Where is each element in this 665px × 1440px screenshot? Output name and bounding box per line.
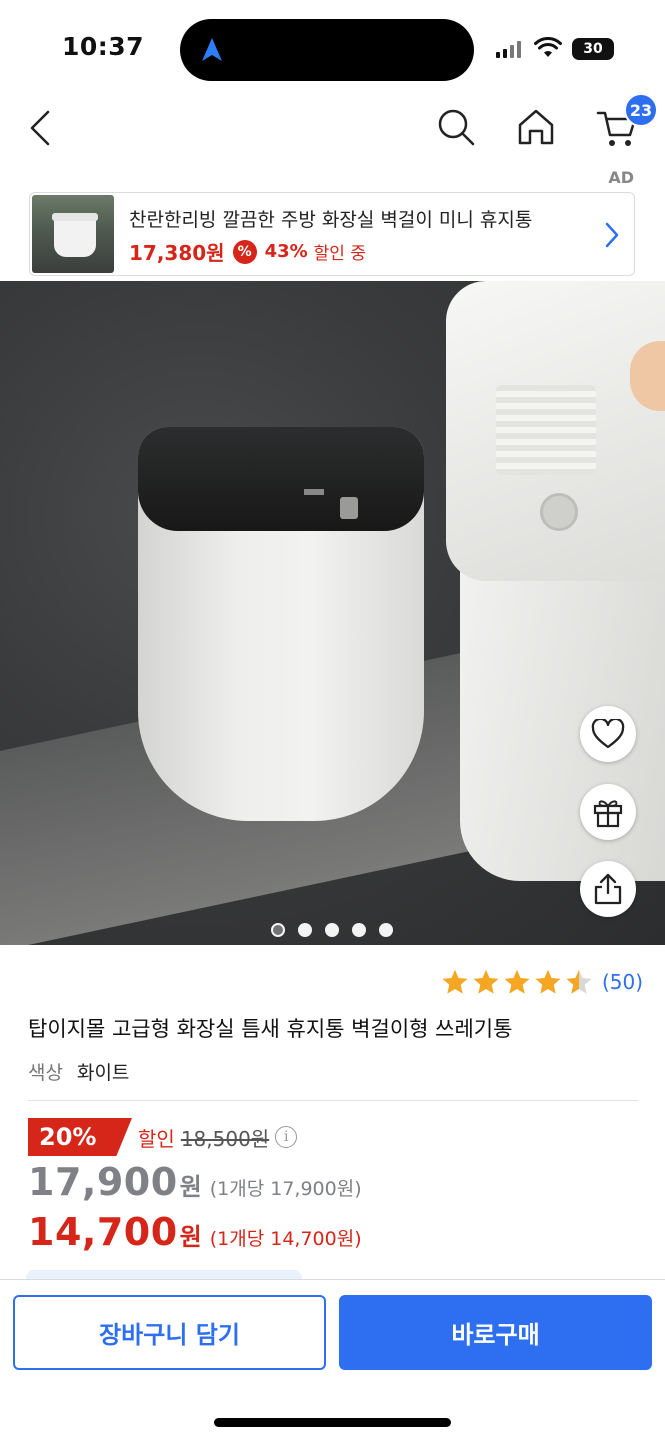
wishlist-button[interactable] [580, 706, 636, 762]
ad-title: 찬란한리빙 깔끔한 주방 화장실 벽걸이 미니 휴지통 [129, 209, 533, 231]
nav-bar [0, 90, 665, 166]
star-icon [535, 969, 561, 994]
bottom-action-bar: 장바구니 담기 바로구매 [0, 1279, 665, 1440]
ad-banner[interactable]: 찬란한리빙 깔끔한 주방 화장실 벽걸이 미니 휴지통 17,380원 % 43… [29, 192, 635, 276]
option-row: 색상 화이트 [28, 1058, 129, 1085]
pagination-dot[interactable] [352, 923, 366, 937]
search-icon[interactable] [436, 107, 476, 147]
sale-price-row: 14,700 원 (1개당 14,700원) [28, 1210, 362, 1254]
buy-now-button[interactable]: 바로구매 [339, 1295, 652, 1370]
star-icon [504, 969, 530, 994]
dynamic-island [180, 19, 474, 81]
star-icon [473, 969, 499, 994]
gift-icon [593, 800, 623, 828]
price-row: 17,900 원 (1개당 17,900원) [28, 1160, 362, 1204]
price: 17,900 [28, 1160, 178, 1204]
option-label: 색상 [28, 1062, 63, 1084]
heart-icon [591, 719, 625, 749]
share-button[interactable] [580, 861, 636, 917]
status-bar: 10:37 30 [0, 0, 665, 90]
pagination-dot[interactable] [271, 923, 285, 937]
review-count[interactable]: (50) [602, 970, 643, 994]
sale-price: 14,700 [28, 1210, 178, 1254]
ad-price: 17,380원 [129, 241, 225, 265]
sale-unit-price: (1개당 14,700원) [209, 1228, 362, 1250]
cellular-signal-icon [496, 40, 521, 58]
gift-button[interactable] [580, 784, 636, 840]
product-image-gallery[interactable] [0, 281, 665, 945]
battery-level: 30 [583, 41, 603, 57]
ad-price-row: 17,380원 % 43% 할인 중 [129, 237, 366, 266]
status-time: 10:37 [62, 32, 145, 61]
discount-row: 20% 할인 18,500원 i [28, 1118, 298, 1156]
back-icon[interactable] [28, 108, 52, 148]
wifi-icon [534, 37, 562, 57]
product-title: 탑이지몰 고급형 화장실 틈새 휴지통 벽걸이형 쓰레기통 [28, 1017, 513, 1041]
ad-discount: 43% [264, 241, 308, 262]
cart-count-badge: 23 [624, 93, 658, 127]
ad-label: AD [608, 168, 634, 187]
add-to-cart-button[interactable]: 장바구니 담기 [13, 1295, 326, 1370]
option-value: 화이트 [76, 1062, 130, 1084]
sale-price-currency: 원 [179, 1223, 202, 1251]
divider [28, 1100, 638, 1101]
battery-icon: 30 [572, 38, 614, 60]
pagination-dot[interactable] [325, 923, 339, 937]
home-icon[interactable] [516, 107, 556, 147]
navigation-arrow-icon [202, 38, 222, 61]
rating[interactable]: (50) [441, 968, 643, 996]
price-currency: 원 [179, 1173, 202, 1201]
ad-thumbnail [32, 195, 114, 273]
unit-price: (1개당 17,900원) [209, 1178, 362, 1200]
half-star-icon [566, 969, 592, 994]
star-icon [442, 969, 468, 994]
pagination-dot[interactable] [298, 923, 312, 937]
gallery-pagination [271, 923, 393, 937]
share-icon [594, 873, 622, 905]
discount-icon: % [232, 239, 257, 264]
original-price: 18,500원 [180, 1126, 270, 1151]
ad-discount-word: 할인 중 [313, 244, 366, 264]
pagination-dot[interactable] [379, 923, 393, 937]
home-indicator [214, 1418, 451, 1427]
info-icon[interactable]: i [275, 1126, 298, 1148]
discount-label: 할인 [138, 1126, 175, 1151]
discount-badge: 20% [28, 1118, 132, 1156]
chevron-right-icon [605, 222, 619, 248]
